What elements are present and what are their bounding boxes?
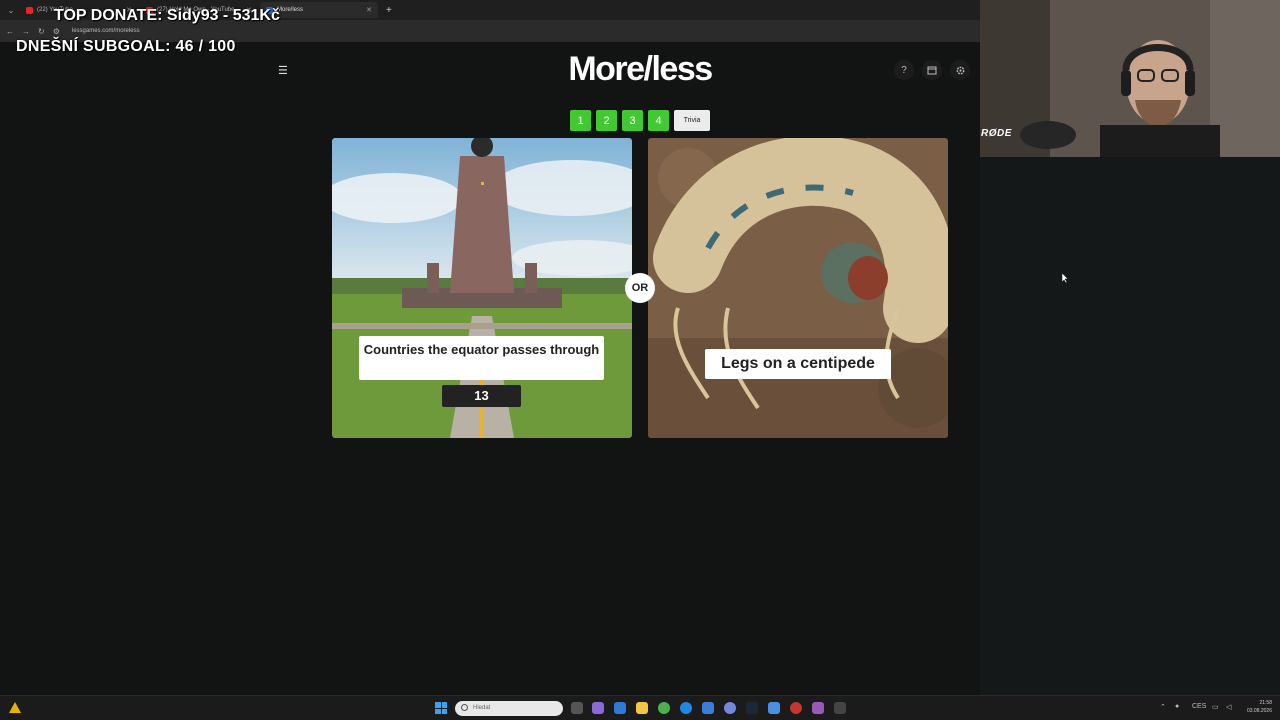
steam-icon[interactable] [746,702,758,714]
right-question-label: Legs on a centipede [705,349,891,379]
taskbar-search-input[interactable]: Hledat [455,701,563,716]
site-info-icon[interactable]: ⚙ [53,27,60,36]
page-title: More/less [568,50,713,88]
trivia-button[interactable]: Trivia [674,110,710,131]
subgoal-overlay: DNEŠNÍ SUBGOAL: 46 / 100 [16,38,236,55]
clock-date: 03.08.2026 [1246,708,1272,714]
app-icon[interactable] [790,702,802,714]
level-4-button[interactable]: 4 [648,110,669,131]
youtube-favicon-icon [26,6,33,14]
network-icon[interactable]: ▭ [1212,703,1219,711]
windows-taskbar: Hledat ⌃ ● CES ▭ ◁ 21:58 03.08.2026 [0,695,1280,720]
taskbar-clock[interactable]: 21:58 03.08.2026 [1240,699,1272,715]
microphone-icon[interactable]: ● [1175,703,1179,710]
edge-icon[interactable] [680,702,692,714]
app-icon[interactable] [812,702,824,714]
settings-icon[interactable] [950,60,970,80]
webcam-feed [980,0,1280,157]
level-selector: 1 2 3 4 Trivia [570,110,710,131]
chrome-icon[interactable] [658,702,670,714]
tab-close-icon[interactable]: ✕ [366,6,372,14]
discord-icon[interactable] [724,702,736,714]
store-icon[interactable] [614,702,626,714]
left-answer-value: 13 [442,385,521,407]
warning-icon[interactable] [9,702,21,713]
app-icon[interactable] [834,702,846,714]
back-arrow-icon[interactable]: ← [6,27,14,36]
or-separator-badge: OR [625,273,655,303]
left-option-card[interactable]: Countries the equator passes through 13 [332,138,632,438]
right-option-card[interactable]: Legs on a centipede [648,138,948,438]
forward-arrow-icon[interactable]: → [22,27,30,36]
level-1-button[interactable]: 1 [570,110,591,131]
widgets-icon[interactable] [592,702,604,714]
new-tab-plus-icon[interactable]: + [386,5,392,16]
reload-icon[interactable]: ↻ [38,27,45,36]
help-icon[interactable]: ? [894,60,914,80]
level-3-button[interactable]: 3 [622,110,643,131]
start-menu-windows-icon[interactable] [435,702,447,714]
tab-list-chevron-icon[interactable]: ⌄ [4,6,18,15]
centipede-image [648,138,948,438]
left-question-label: Countries the equator passes through [359,336,604,380]
clock-time: 21:58 [1259,700,1272,706]
tray-chevron-up-icon[interactable]: ⌃ [1160,703,1166,711]
top-donate-overlay: TOP DONATE: Sidy93 - 531Kč [54,7,280,24]
volume-icon[interactable]: ◁ [1226,703,1231,711]
search-icon [461,704,468,711]
app-icon[interactable] [702,702,714,714]
language-indicator[interactable]: CES [1192,703,1206,710]
app-icon[interactable] [768,702,780,714]
file-explorer-icon[interactable] [636,702,648,714]
hamburger-menu-icon[interactable]: ☰ [278,64,288,77]
screen: ⌄ (22) YouTube ✕ (27) Hold Me Own - YouT… [0,0,1280,720]
microphone-brand-label: RØDE [981,128,1012,139]
task-view-icon[interactable] [571,702,583,714]
mouse-cursor-icon [1062,273,1069,283]
calendar-icon[interactable] [922,60,942,80]
tab-label: More/less [277,7,304,13]
url-field[interactable]: lessgames.com/moreless [72,28,140,34]
level-2-button[interactable]: 2 [596,110,617,131]
